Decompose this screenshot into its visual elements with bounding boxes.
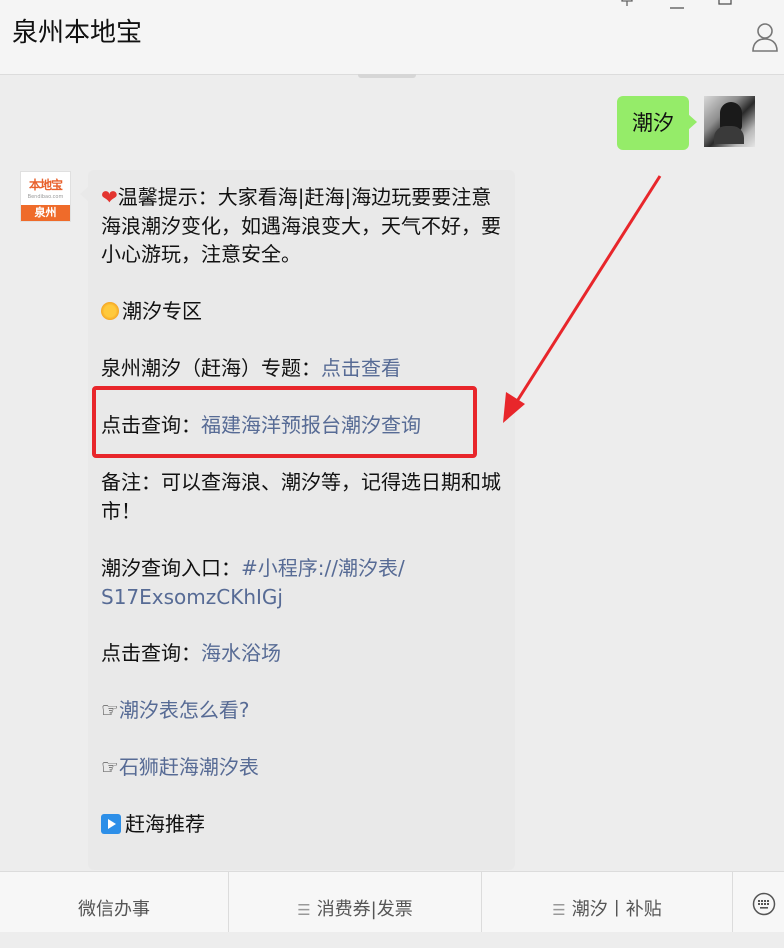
- topic-link[interactable]: 点击查看: [321, 356, 401, 380]
- heart-icon: ❤: [101, 185, 118, 209]
- shishi-line: ☞石狮赶海潮汐表: [101, 753, 506, 782]
- miniprogram-link-cont[interactable]: S17ExsomzCKhIGj: [101, 585, 283, 609]
- bottom-menu: 微信办事 ☰ 消费券|发票 ☰ 潮汐丨补贴: [0, 871, 784, 932]
- avatar-brand-text: 本地宝: [28, 178, 63, 192]
- pin-icon[interactable]: [620, 0, 634, 10]
- keyboard-toggle-icon[interactable]: [752, 892, 776, 916]
- user-avatar[interactable]: [704, 96, 755, 147]
- sun-icon: [101, 302, 119, 320]
- minimize-icon[interactable]: [670, 0, 684, 15]
- chat-title: 泉州本地宝: [12, 18, 143, 48]
- howto-line: ☞潮汐表怎么看?: [101, 696, 506, 725]
- recommend-line: 赶海推荐: [101, 810, 506, 839]
- menu-tide-subsidy[interactable]: ☰ 潮汐丨补贴: [482, 872, 732, 932]
- menu-coupons-invoice[interactable]: ☰ 消费券|发票: [229, 872, 481, 932]
- miniprogram-link[interactable]: #小程序://潮汐表/: [241, 556, 405, 580]
- note-paragraph: 备注：可以查海浪、潮汐等，记得选日期和城市！: [101, 470, 501, 523]
- menu-wechat-services[interactable]: 微信办事: [0, 872, 228, 932]
- beach-link[interactable]: 海水浴场: [201, 641, 281, 665]
- topic-line: 泉州潮汐（赶海）专题：点击查看: [101, 356, 401, 380]
- pointing-hand-icon: ☞: [101, 755, 119, 779]
- official-account-avatar[interactable]: 本地宝 Bendibao.com 泉州: [20, 171, 71, 222]
- menu-divider: [732, 872, 733, 932]
- pointing-hand-icon: ☞: [101, 698, 119, 722]
- howto-link[interactable]: 潮汐表怎么看?: [119, 698, 250, 722]
- tip-paragraph: ❤温馨提示：大家看海|赶海|海边玩要要注意海浪潮汐变化，如遇海浪变大，天气不好，…: [101, 185, 501, 266]
- entry-line: 潮汐查询入口：#小程序://潮汐表/ S17ExsomzCKhIGj: [101, 556, 405, 609]
- menu-list-icon: ☰: [297, 901, 311, 919]
- menu-list-icon: ☰: [552, 901, 566, 919]
- play-icon: [101, 814, 121, 834]
- title-bar: 泉州本地宝: [0, 0, 784, 75]
- avatar-city: 泉州: [21, 205, 70, 221]
- outgoing-message-bubble[interactable]: 潮汐: [617, 96, 697, 150]
- profile-icon[interactable]: [752, 22, 778, 52]
- query2-line: 点击查询：海水浴场: [101, 641, 281, 665]
- scroll-indicator[interactable]: [358, 74, 416, 78]
- avatar-brand-url: Bendibao.com: [27, 194, 64, 200]
- highlight-box: [92, 386, 477, 458]
- maximize-icon[interactable]: [718, 0, 732, 10]
- shishi-link[interactable]: 石狮赶海潮汐表: [119, 755, 259, 779]
- section-title: 潮汐专区: [101, 297, 506, 326]
